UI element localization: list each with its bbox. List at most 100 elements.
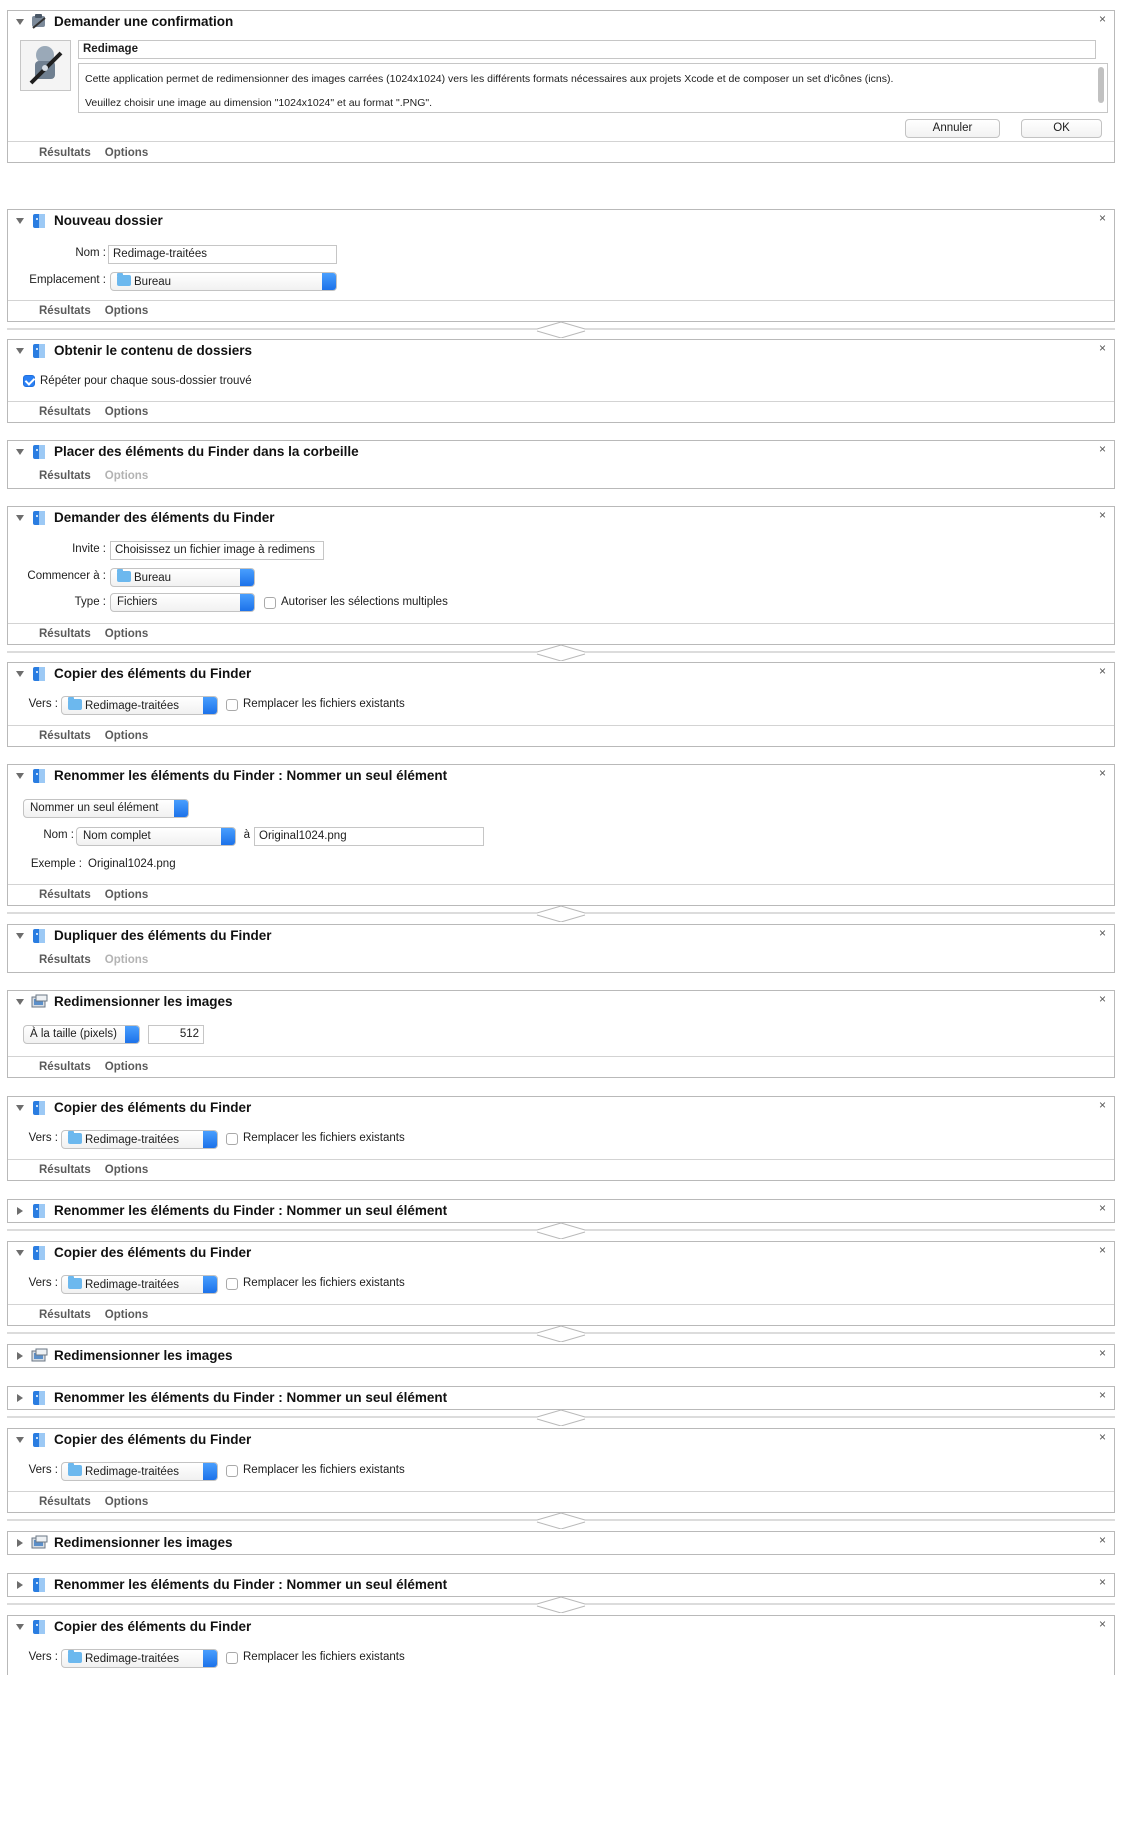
results-tab[interactable]: Résultats [39,730,91,742]
location-popup[interactable]: Bureau [110,272,337,291]
disclosure-triangle-expanded-icon[interactable] [15,447,25,457]
action-header[interactable]: Renommer les éléments du Finder : Nommer… [8,765,1114,787]
allow-multiple-checkbox[interactable] [264,597,276,609]
replace-existing-checkbox[interactable] [226,1652,238,1664]
action-header[interactable]: Copier des éléments du Finder × [8,1616,1114,1638]
destination-popup[interactable]: Redimage-traitées [61,1649,218,1668]
options-tab[interactable]: Options [105,1309,148,1321]
disclosure-triangle-expanded-icon[interactable] [15,1622,25,1632]
action-header[interactable]: Copier des éléments du Finder × [8,663,1114,685]
close-icon[interactable]: × [1099,341,1106,355]
action-header[interactable]: Placer des éléments du Finder dans la co… [8,441,1114,463]
action-header[interactable]: Copier des éléments du Finder × [8,1429,1114,1451]
action-header[interactable]: Renommer les éléments du Finder : Nommer… [8,1574,1114,1596]
action-header[interactable]: Renommer les éléments du Finder : Nommer… [8,1387,1114,1409]
results-tab[interactable]: Résultats [39,147,91,159]
disclosure-triangle-expanded-icon[interactable] [15,1435,25,1445]
options-tab[interactable]: Options [105,889,148,901]
start-location-popup[interactable]: Bureau [110,568,255,587]
close-icon[interactable]: × [1099,992,1106,1006]
destination-popup[interactable]: Redimage-traitées [61,1130,218,1149]
destination-popup[interactable]: Redimage-traitées [61,1462,218,1481]
replace-existing-checkbox[interactable] [226,699,238,711]
disclosure-triangle-expanded-icon[interactable] [15,513,25,523]
action-header[interactable]: Redimensionner les images × [8,1532,1114,1554]
close-icon[interactable]: × [1099,1617,1106,1631]
rename-mode-popup[interactable]: Nommer un seul élément [23,799,189,818]
close-icon[interactable]: × [1099,1243,1106,1257]
disclosure-triangle-expanded-icon[interactable] [15,346,25,356]
close-icon[interactable]: × [1099,1533,1106,1547]
close-icon[interactable]: × [1099,1388,1106,1402]
repeat-subfolders-checkbox[interactable] [23,375,35,387]
results-tab[interactable]: Résultats [39,406,91,418]
action-header[interactable]: Dupliquer des éléments du Finder × [8,925,1114,947]
pixel-size-input[interactable]: 512 [148,1025,204,1044]
disclosure-triangle-expanded-icon[interactable] [15,669,25,679]
disclosure-triangle-collapsed-icon[interactable] [15,1580,25,1590]
disclosure-triangle-expanded-icon[interactable] [15,17,25,27]
disclosure-triangle-collapsed-icon[interactable] [15,1538,25,1548]
results-tab[interactable]: Résultats [39,889,91,901]
action-header[interactable]: Renommer les éléments du Finder : Nommer… [8,1200,1114,1222]
action-header[interactable]: Obtenir le contenu de dossiers × [8,340,1114,362]
disclosure-triangle-collapsed-icon[interactable] [15,1351,25,1361]
action-header[interactable]: Redimensionner les images × [8,991,1114,1013]
action-header[interactable]: Copier des éléments du Finder × [8,1097,1114,1119]
disclosure-triangle-expanded-icon[interactable] [15,1248,25,1258]
close-icon[interactable]: × [1099,1575,1106,1589]
options-tab[interactable]: Options [105,1061,148,1073]
results-tab[interactable]: Résultats [39,1309,91,1321]
action-header[interactable]: Nouveau dossier × [8,210,1114,232]
results-tab[interactable]: Résultats [39,628,91,640]
options-tab[interactable]: Options [105,406,148,418]
disclosure-triangle-expanded-icon[interactable] [15,216,25,226]
options-tab[interactable]: Options [105,730,148,742]
prompt-input[interactable]: Choisissez un fichier image à redimens [110,541,324,560]
close-icon[interactable]: × [1099,926,1106,940]
close-icon[interactable]: × [1099,508,1106,522]
disclosure-triangle-expanded-icon[interactable] [15,997,25,1007]
results-tab[interactable]: Résultats [39,1496,91,1508]
options-tab[interactable]: Options [105,1164,148,1176]
disclosure-triangle-collapsed-icon[interactable] [15,1206,25,1216]
close-icon[interactable]: × [1099,1346,1106,1360]
confirmation-message-field[interactable]: Cette application permet de redimensionn… [78,63,1108,113]
scale-mode-popup[interactable]: À la taille (pixels) [23,1025,140,1044]
replace-existing-checkbox[interactable] [226,1465,238,1477]
close-icon[interactable]: × [1099,1430,1106,1444]
close-icon[interactable]: × [1099,1201,1106,1215]
close-icon[interactable]: × [1099,664,1106,678]
replace-existing-checkbox[interactable] [226,1133,238,1145]
options-tab[interactable]: Options [105,147,148,159]
close-icon[interactable]: × [1099,211,1106,225]
action-header[interactable]: Demander des éléments du Finder × [8,507,1114,529]
type-popup[interactable]: Fichiers [110,593,255,612]
disclosure-triangle-expanded-icon[interactable] [15,771,25,781]
options-tab[interactable]: Options [105,628,148,640]
results-tab[interactable]: Résultats [39,954,91,966]
disclosure-triangle-expanded-icon[interactable] [15,1103,25,1113]
disclosure-triangle-expanded-icon[interactable] [15,931,25,941]
close-icon[interactable]: × [1099,442,1106,456]
options-tab[interactable]: Options [105,305,148,317]
results-tab[interactable]: Résultats [39,305,91,317]
replace-existing-checkbox[interactable] [226,1278,238,1290]
confirmation-heading-field[interactable]: Redimage [78,40,1096,59]
message-scrollbar[interactable] [1098,67,1104,103]
close-icon[interactable]: × [1099,1098,1106,1112]
close-icon[interactable]: × [1099,766,1106,780]
disclosure-triangle-collapsed-icon[interactable] [15,1393,25,1403]
folder-name-input[interactable]: Redimage-traitées [108,245,337,264]
action-header[interactable]: Copier des éléments du Finder × [8,1242,1114,1264]
options-tab[interactable]: Options [105,1496,148,1508]
new-name-input[interactable]: Original1024.png [254,827,484,846]
results-tab[interactable]: Résultats [39,470,91,482]
action-header[interactable]: Demander une confirmation × [8,11,1114,33]
results-tab[interactable]: Résultats [39,1164,91,1176]
results-tab[interactable]: Résultats [39,1061,91,1073]
name-mode-popup[interactable]: Nom complet [76,827,236,846]
destination-popup[interactable]: Redimage-traitées [61,696,218,715]
ok-button[interactable]: OK [1021,119,1102,138]
action-header[interactable]: Redimensionner les images × [8,1345,1114,1367]
